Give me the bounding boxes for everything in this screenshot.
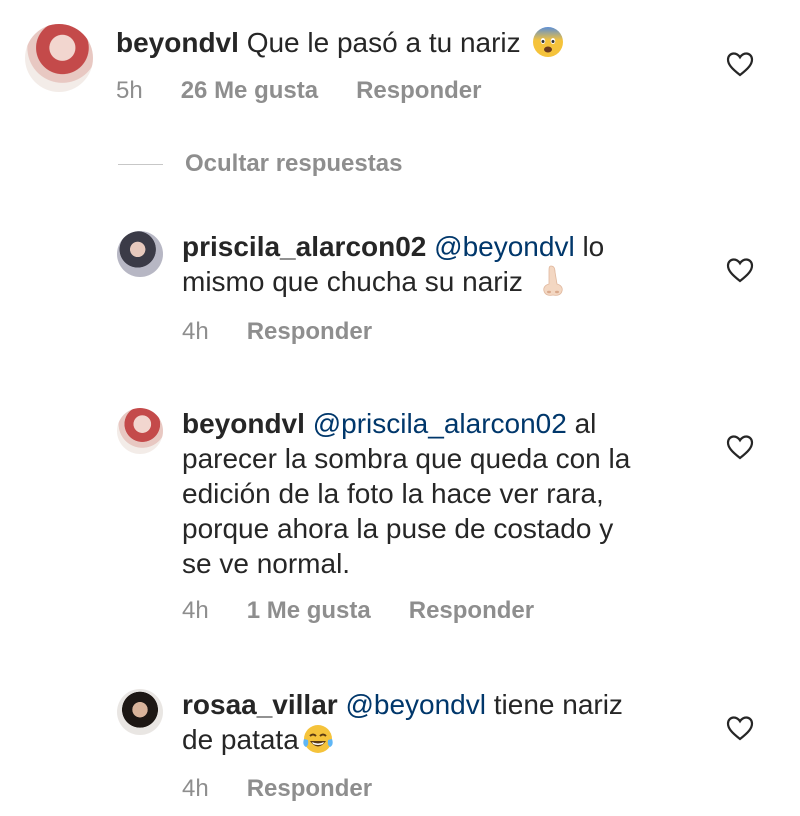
reply-mention[interactable]: @beyondvl <box>434 231 575 262</box>
fearful-face-icon <box>533 26 564 57</box>
reply-button[interactable]: Responder <box>247 318 372 346</box>
reply-body-line: tiene nariz <box>485 689 623 720</box>
reply-button[interactable]: Responder <box>247 775 372 803</box>
avatar[interactable] <box>25 24 93 92</box>
avatar[interactable] <box>117 689 163 735</box>
reply-body-line: al <box>566 408 597 439</box>
comment-username[interactable]: beyondvl <box>116 27 239 58</box>
nose-icon <box>542 265 563 296</box>
reply-username[interactable]: priscila_alarcon02 <box>182 231 426 262</box>
comment-meta: 5h 26 Me gusta Responder <box>116 77 481 105</box>
reply-body-line: porque ahora la puse de costado y <box>182 513 614 544</box>
reply-meta: 4h Responder <box>182 775 372 803</box>
reply-time: 4h <box>182 775 209 802</box>
like-heart-icon[interactable] <box>725 714 755 742</box>
reply-meta: 4h Responder <box>182 318 372 346</box>
avatar[interactable] <box>117 408 163 454</box>
reply-body-line: edición de la foto la hace ver rara, <box>182 478 604 509</box>
reply-meta: 4h 1 Me gusta Responder <box>182 597 534 625</box>
reply-body-line: de patata <box>182 724 299 755</box>
reply-likes[interactable]: 1 Me gusta <box>247 597 371 625</box>
reply-body-line: parecer la sombra que queda con la <box>182 443 631 474</box>
reply-body-line: mismo que chucha su nariz <box>182 266 523 297</box>
hide-replies-divider <box>118 163 163 165</box>
comment-likes[interactable]: 26 Me gusta <box>181 77 318 105</box>
reply-text: priscila_alarcon02 @beyondvl lo mismo qu… <box>182 229 604 299</box>
reply-mention[interactable]: @beyondvl <box>345 689 486 720</box>
reply-body-line: lo <box>574 231 605 262</box>
reply-text: beyondvl @priscila_alarcon02 al parecer … <box>182 406 630 581</box>
reply-username[interactable]: beyondvl <box>182 408 305 439</box>
like-heart-icon[interactable] <box>725 256 755 284</box>
reply-username[interactable]: rosaa_villar <box>182 689 338 720</box>
reply-body-line: se ve normal. <box>182 548 351 579</box>
comment-time: 5h <box>116 77 143 104</box>
hide-replies-button[interactable]: Ocultar respuestas <box>118 150 402 178</box>
reply-button[interactable]: Responder <box>409 597 534 625</box>
reply-time: 4h <box>182 318 209 345</box>
like-heart-icon[interactable] <box>725 433 755 461</box>
tears-of-joy-icon <box>303 724 333 753</box>
hide-replies-label: Ocultar respuestas <box>185 150 403 177</box>
comment-body: Que le pasó a tu nariz <box>246 27 521 58</box>
reply-text: rosaa_villar @beyondvl tiene nariz de pa… <box>182 687 623 757</box>
comment-text: beyondvl Que le pasó a tu nariz <box>116 25 564 60</box>
reply-mention[interactable]: @priscila_alarcon02 <box>313 408 567 439</box>
like-heart-icon[interactable] <box>725 50 755 78</box>
avatar[interactable] <box>117 231 163 277</box>
reply-time: 4h <box>182 597 209 624</box>
reply-button[interactable]: Responder <box>356 77 481 105</box>
